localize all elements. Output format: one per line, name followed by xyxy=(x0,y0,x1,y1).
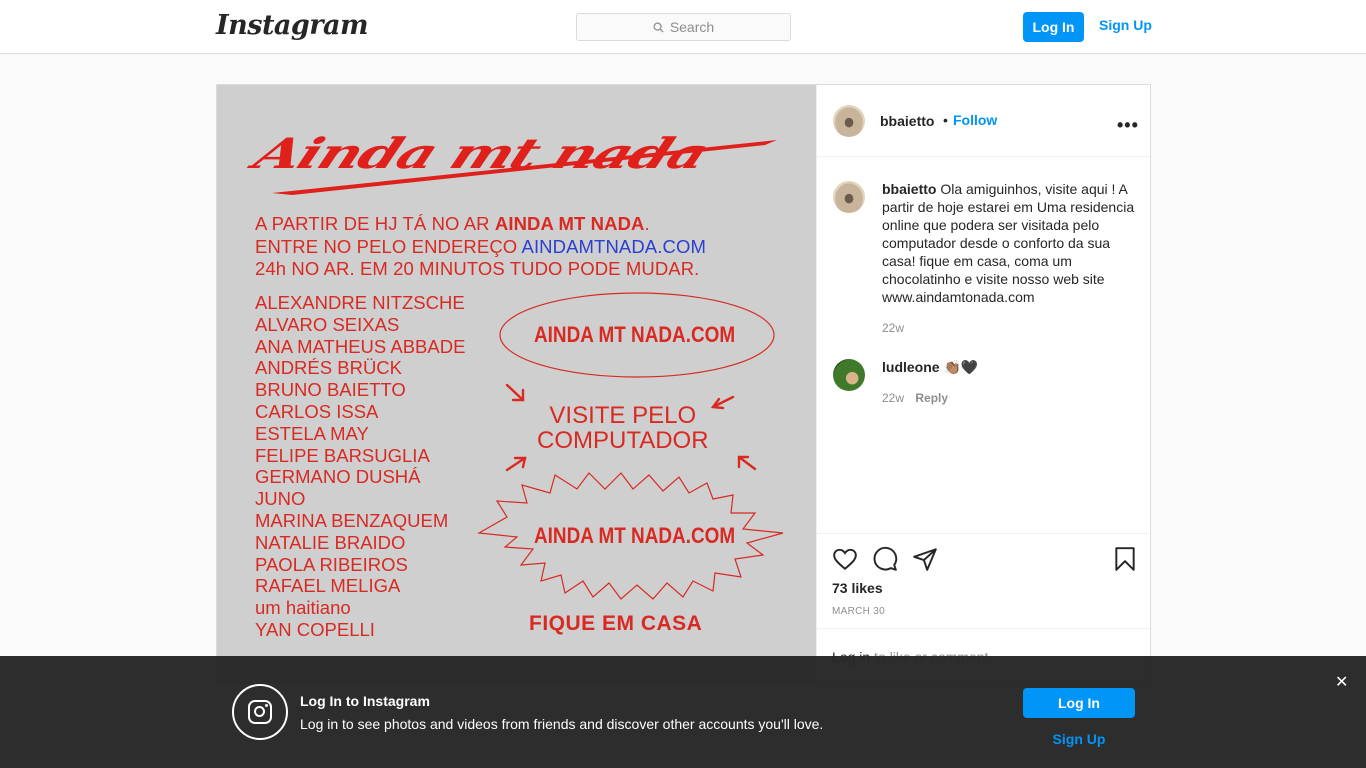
instagram-logo[interactable]: Instagram xyxy=(216,10,369,41)
intro-2b: AINDAMTNADA.COM xyxy=(521,235,706,257)
header-signup-button[interactable]: Sign Up xyxy=(1099,17,1152,33)
artist-name: FELIPE BARSUGLIA xyxy=(255,444,430,466)
login-divider xyxy=(817,628,1152,629)
comment-meta: 22w Reply xyxy=(882,391,948,405)
close-icon[interactable]: ✕ xyxy=(1335,672,1348,692)
post-date[interactable]: MARCH 30 xyxy=(832,606,885,617)
post-card: Ainda mt nada A PARTIR DE HJ TÁ NO AR AI… xyxy=(216,84,1152,684)
caption-avatar[interactable] xyxy=(833,181,865,213)
comment-icon[interactable] xyxy=(872,546,898,572)
heart-icon[interactable] xyxy=(832,546,858,572)
intro-1a: A PARTIR DE HJ TÁ NO AR xyxy=(255,213,495,234)
banner-title: Log In to Instagram xyxy=(300,693,430,709)
search-icon xyxy=(653,21,664,33)
artist-name: NATALIE BRAIDO xyxy=(255,531,406,553)
login-banner: Log In to Instagram Log in to see photos… xyxy=(0,656,1366,768)
artist-name: ANA MATHEUS ABBADE xyxy=(255,335,466,357)
instagram-glyph-icon xyxy=(232,684,288,740)
artist-name: PAOLA RIBEIROS xyxy=(255,553,408,575)
commenter-avatar[interactable] xyxy=(833,359,865,391)
visit-line-2: COMPUTADOR xyxy=(537,427,709,454)
artist-name: MARINA BENZAQUEM xyxy=(255,509,449,531)
artist-name: JUNO xyxy=(255,488,306,510)
top-nav-bar: Instagram Search Log In Sign Up xyxy=(0,0,1366,54)
poster-intro: A PARTIR DE HJ TÁ NO AR AINDA MT NADA. E… xyxy=(255,213,706,281)
post-image[interactable]: Ainda mt nada A PARTIR DE HJ TÁ NO AR AI… xyxy=(217,85,816,684)
visit-line-1: VISITE PELO xyxy=(549,402,697,429)
banner-login-button[interactable]: Log In xyxy=(1023,688,1135,718)
like-count[interactable]: 73 likes xyxy=(832,580,883,596)
artist-name: CARLOS ISSA xyxy=(255,400,379,422)
separator-dot: • xyxy=(943,112,948,128)
artist-names-list: ALEXANDRE NITZSCHE ALVARO SEIXAS ANA MAT… xyxy=(255,292,465,641)
author-avatar[interactable] xyxy=(833,105,865,137)
post-sidebar: bbaietto • Follow ••• bbaietto Ola amigu… xyxy=(816,85,1152,684)
artist-name: ALEXANDRE NITZSCHE xyxy=(255,292,465,313)
artist-name: RAFAEL MELIGA xyxy=(255,575,401,597)
comment-text: 👏🏽🖤 xyxy=(943,359,979,375)
artist-name: ANDRÉS BRÜCK xyxy=(255,357,402,379)
poster-footer: FIQUE EM CASA xyxy=(529,612,703,635)
caption-username[interactable]: bbaietto xyxy=(882,181,936,197)
burst-label: AINDA MT NADA.COM xyxy=(534,523,736,548)
intro-3: 24h NO AR. EM 20 MINUTOS TUDO PODE MUDAR… xyxy=(255,258,700,279)
actions-divider xyxy=(817,533,1152,534)
post-caption: bbaietto Ola amiguinhos, visite aqui ! A… xyxy=(882,180,1140,306)
banner-subtitle: Log in to see photos and videos from fri… xyxy=(300,716,824,732)
artist-name: YAN COPELLI xyxy=(255,618,375,640)
search-placeholder: Search xyxy=(669,19,715,35)
comment-username[interactable]: ludleone xyxy=(882,359,940,375)
camera-icon xyxy=(248,700,272,724)
bookmark-icon[interactable] xyxy=(1112,546,1138,572)
visit-label: VISITE PELO COMPUTADOR xyxy=(537,403,709,453)
intro-1c: . xyxy=(644,213,650,234)
ellipse-label: AINDA MT NADA.COM xyxy=(534,322,736,347)
post-header: bbaietto • Follow ••• xyxy=(817,85,1152,157)
artist-name: ESTELA MAY xyxy=(255,422,369,444)
intro-1b: AINDA MT NADA xyxy=(494,213,645,234)
caption-text: Ola amiguinhos, visite aqui ! A partir d… xyxy=(882,181,1135,305)
caption-timestamp[interactable]: 22w xyxy=(882,321,904,335)
reply-button[interactable]: Reply xyxy=(915,391,948,405)
comment: ludleone 👏🏽🖤 xyxy=(882,359,978,376)
share-icon[interactable] xyxy=(912,546,938,572)
artist-name: GERMANO DUSHÁ xyxy=(255,466,421,488)
search-input[interactable]: Search xyxy=(576,13,791,41)
intro-2a: ENTRE NO PELO ENDEREÇO xyxy=(255,235,522,257)
more-options-icon[interactable]: ••• xyxy=(1117,115,1139,136)
author-username[interactable]: bbaietto xyxy=(880,113,934,129)
artist-name: ALVARO SEIXAS xyxy=(255,313,400,335)
artist-name: BRUNO BAIETTO xyxy=(255,379,406,401)
artist-name: um haitiano xyxy=(255,597,351,619)
comment-timestamp[interactable]: 22w xyxy=(882,391,904,405)
header-login-button[interactable]: Log In xyxy=(1023,12,1084,42)
follow-button[interactable]: Follow xyxy=(953,112,997,128)
banner-signup-button[interactable]: Sign Up xyxy=(1023,731,1135,747)
poster-title: Ainda mt nada xyxy=(247,129,715,178)
follow-separator: • xyxy=(943,112,948,128)
